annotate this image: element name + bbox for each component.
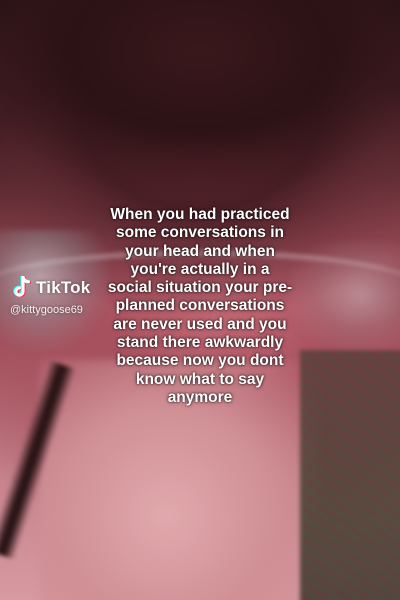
caption-line: anymore — [167, 388, 233, 406]
caption-line: stand there awkwardly — [116, 334, 284, 352]
caption-text: When you had practiced some conversation… — [76, 206, 324, 407]
caption-line: your head and when — [125, 242, 275, 260]
creator-handle: @kittygoose69 — [10, 304, 83, 316]
caption-line: some conversations in — [116, 224, 284, 242]
caption-line: When you had practiced — [110, 206, 290, 223]
background-hair — [0, 0, 400, 200]
caption-line: because now you dont — [116, 352, 284, 370]
tiktok-note-icon — [13, 276, 31, 298]
video-frame[interactable]: TikTok @kittygoose69 When you had practi… — [0, 0, 400, 600]
caption-line: are never used and you — [113, 315, 287, 333]
caption-line: social situation your pre- — [107, 279, 293, 297]
caption-line: planned conversations — [115, 297, 285, 315]
caption-line: you're actually in a — [130, 260, 270, 278]
caption-line: know what to say — [135, 370, 265, 388]
